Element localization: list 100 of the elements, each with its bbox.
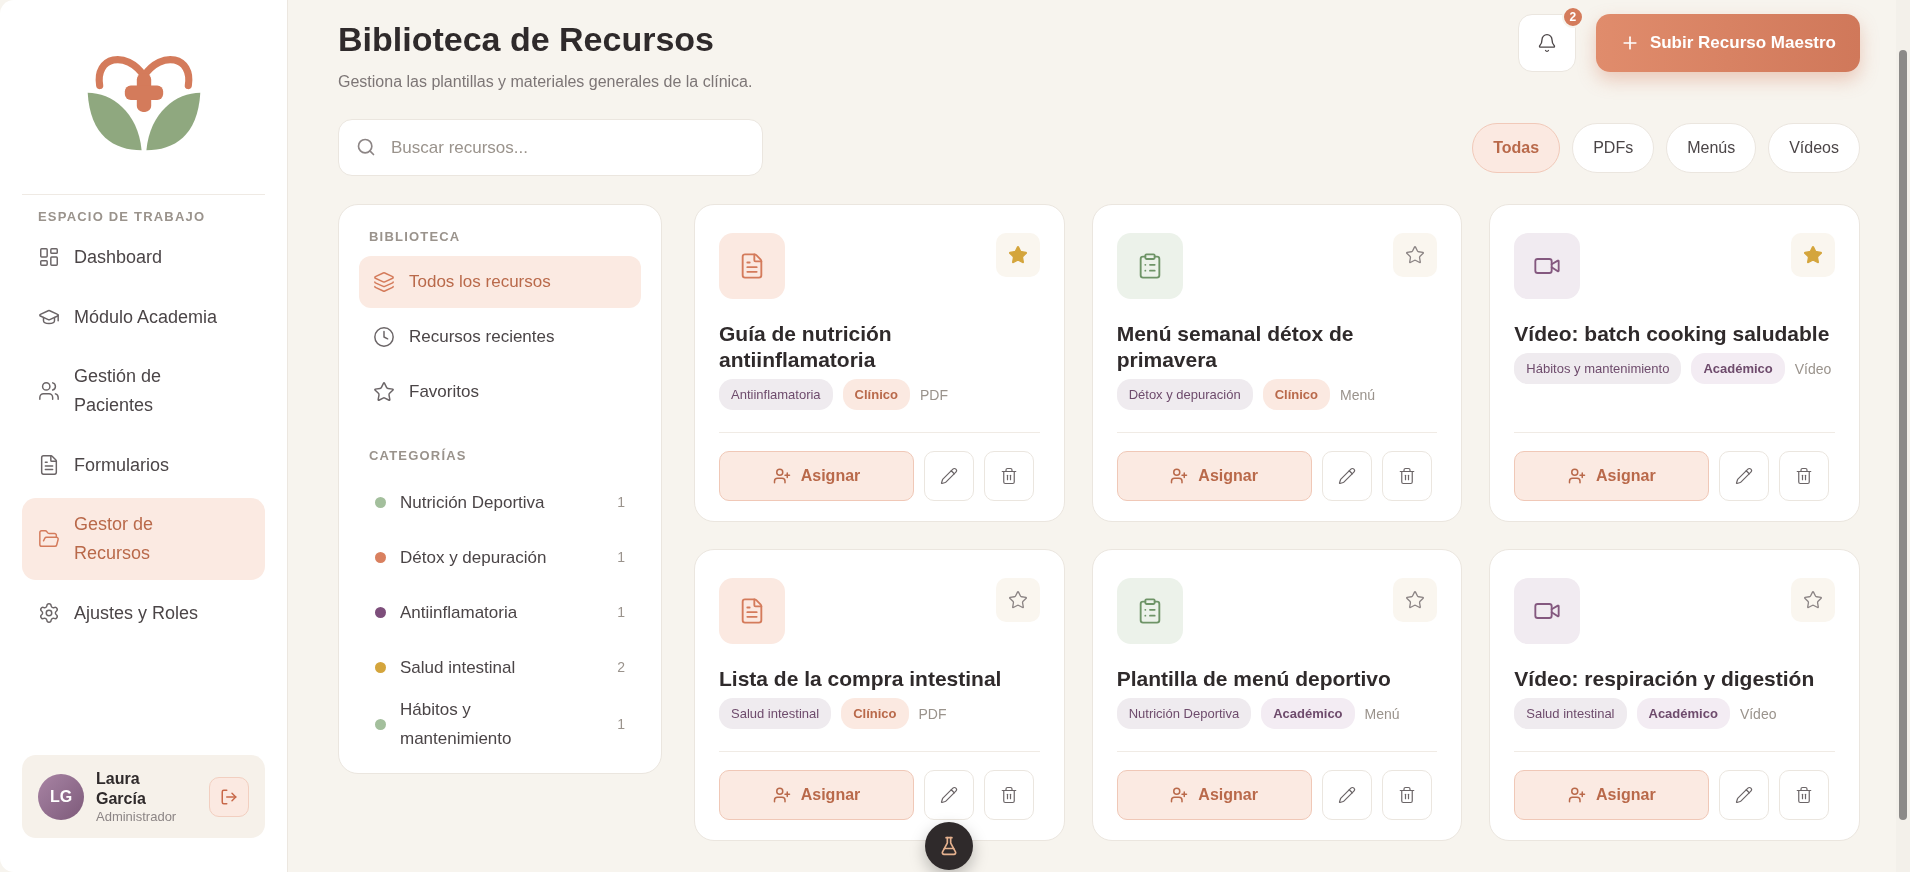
nav-label: Gestión de Pacientes xyxy=(74,365,163,417)
pencil-icon xyxy=(940,467,958,485)
floating-action-button[interactable] xyxy=(925,822,973,870)
nav-item[interactable]: Gestor de Recursos xyxy=(22,498,265,580)
notifications-button[interactable] xyxy=(1517,14,1576,72)
category-count: 1 xyxy=(617,493,625,512)
resource-tag: Hábitos y mantenimiento xyxy=(1514,353,1682,384)
folder-icon xyxy=(38,528,60,550)
scrollbar-thumb[interactable] xyxy=(1899,50,1907,820)
section-label: ESPACIO DE TRABAJO xyxy=(38,209,207,224)
delete-button[interactable] xyxy=(1779,451,1830,501)
layers-icon xyxy=(373,271,395,293)
trash-icon xyxy=(1000,467,1018,485)
resource-format: Vídeo xyxy=(1794,360,1832,377)
pencil-icon xyxy=(1735,467,1754,485)
notification-badge: 2 xyxy=(1561,6,1584,28)
nav-label: Módulo Academia xyxy=(74,305,218,329)
category-label[interactable]: Nutrición Deportiva xyxy=(400,488,580,517)
avatar: LG xyxy=(38,773,84,820)
library-item[interactable]: Todos los recursos xyxy=(359,256,641,308)
star-icon xyxy=(1007,245,1028,265)
category-count: 1 xyxy=(617,603,625,622)
document-icon xyxy=(38,454,60,476)
bell-icon xyxy=(1536,33,1557,53)
resource-tag: Détox y depuración xyxy=(1116,379,1253,410)
trash-icon xyxy=(1397,467,1416,485)
delete-button[interactable] xyxy=(1779,770,1830,820)
library-item-label: Recursos recientes xyxy=(409,327,555,347)
pencil-icon xyxy=(1735,786,1754,804)
page-subtitle: Gestiona las plantillas y materiales generales de la clínica. xyxy=(338,73,753,91)
nav-label: Formularios xyxy=(74,453,170,477)
nav-label: Dashboard xyxy=(74,245,163,269)
resource-tag: Clínico xyxy=(1262,379,1330,410)
pencil-icon xyxy=(940,786,958,804)
category-label[interactable]: Détox y depuración xyxy=(400,543,580,572)
star-icon xyxy=(1803,590,1823,610)
edit-button[interactable] xyxy=(1719,451,1770,501)
filter-chip[interactable]: PDFs xyxy=(1572,122,1655,173)
panel-heading: BIBLIOTECA xyxy=(369,229,462,244)
flask-icon xyxy=(939,836,959,856)
resource-format: Vídeo xyxy=(1739,705,1777,722)
library-item-label: Favoritos xyxy=(409,382,479,402)
resource-format: Menú xyxy=(1364,705,1400,722)
nav-item[interactable]: Dashboard xyxy=(22,230,265,284)
category-count: 2 xyxy=(617,658,625,677)
category-label[interactable]: Antiinflamatoria xyxy=(400,598,580,627)
resource-tag: Académico xyxy=(1691,353,1785,384)
users-icon xyxy=(38,380,60,402)
star-icon xyxy=(1007,590,1028,610)
favorite-button[interactable] xyxy=(995,233,1040,277)
filter-chip[interactable]: Menús xyxy=(1666,122,1757,173)
delete-button[interactable] xyxy=(1381,770,1432,820)
edit-button[interactable] xyxy=(1321,451,1372,501)
resource-tag: Salud intestinal xyxy=(1514,698,1627,729)
library-item[interactable]: Favoritos xyxy=(359,366,641,418)
favorite-button[interactable] xyxy=(995,578,1040,622)
star-icon xyxy=(1405,590,1426,610)
resource-format: PDF xyxy=(919,386,948,403)
delete-button[interactable] xyxy=(984,770,1034,820)
page-title: Biblioteca de Recursos xyxy=(338,20,715,59)
edit-button[interactable] xyxy=(924,451,974,501)
trash-icon xyxy=(1000,786,1018,804)
filter-chip[interactable]: Vídeos xyxy=(1768,122,1860,173)
category-label[interactable]: Hábitos y mantenimiento xyxy=(400,695,580,753)
category-count: 1 xyxy=(617,548,625,567)
user-plus-icon xyxy=(1568,786,1587,804)
panel-heading: CATEGORÍAS xyxy=(369,448,468,463)
favorite-button[interactable] xyxy=(1393,233,1438,277)
delete-button[interactable] xyxy=(1381,451,1432,501)
favorite-button[interactable] xyxy=(1791,578,1835,622)
nav-item[interactable]: Gestión de Pacientes xyxy=(22,350,265,432)
nav-item[interactable]: Módulo Academia xyxy=(22,290,265,344)
delete-button[interactable] xyxy=(984,451,1034,501)
resource-tag: Académico xyxy=(1261,698,1355,729)
library-item[interactable]: Recursos recientes xyxy=(359,311,641,363)
nav-item[interactable]: Formularios xyxy=(22,438,265,492)
user-plus-icon xyxy=(772,786,791,804)
resource-format: Menú xyxy=(1340,386,1376,403)
resource-tag: Nutrición Deportiva xyxy=(1116,698,1252,729)
user-name: Laura García xyxy=(96,769,147,809)
edit-button[interactable] xyxy=(1719,770,1770,820)
trash-icon xyxy=(1397,786,1416,804)
category-label[interactable]: Salud intestinal xyxy=(400,653,580,682)
nav-item[interactable]: Ajustes y Roles xyxy=(22,586,265,640)
trash-icon xyxy=(1795,467,1814,485)
user-plus-icon xyxy=(772,467,791,485)
favorite-button[interactable] xyxy=(1393,578,1438,622)
resource-title: Menú semanal détox de primavera xyxy=(1116,321,1355,373)
edit-button[interactable] xyxy=(1321,770,1372,820)
favorite-button[interactable] xyxy=(1791,233,1835,277)
logout-button[interactable] xyxy=(209,776,249,817)
star-icon xyxy=(1405,245,1426,265)
resource-title: Vídeo: respiración y digestión xyxy=(1514,666,1816,692)
logout-icon xyxy=(220,787,238,806)
search-field[interactable]: Buscar recursos... xyxy=(338,119,763,176)
trash-icon xyxy=(1795,786,1814,804)
user-plus-icon xyxy=(1568,467,1587,485)
pencil-icon xyxy=(1337,786,1356,804)
nav-label: Ajustes y Roles xyxy=(74,601,199,625)
search-icon xyxy=(356,137,376,157)
